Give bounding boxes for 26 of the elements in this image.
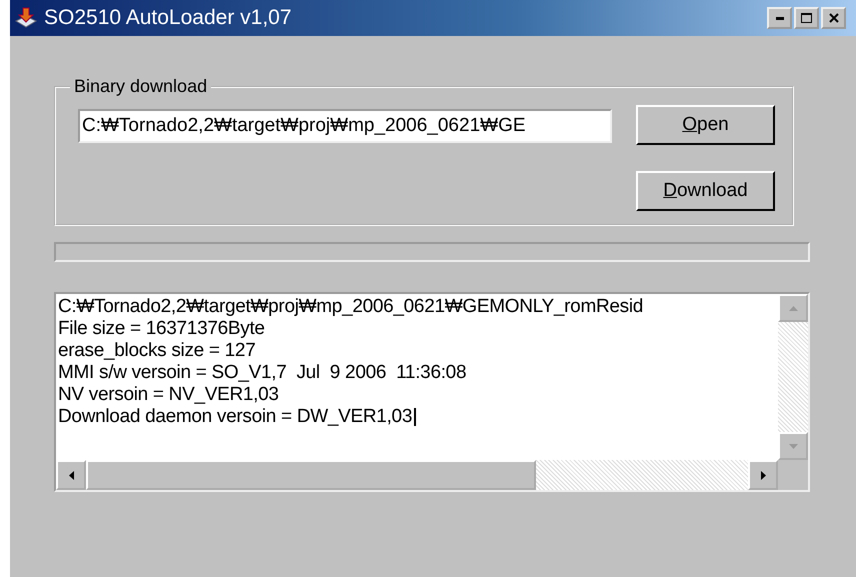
horizontal-scrollbar[interactable] — [56, 460, 778, 490]
log-line: Download daemon versoin = DW_VER1,03 — [58, 406, 776, 428]
close-button[interactable] — [821, 7, 846, 29]
dialog-button[interactable]: Open — [636, 105, 775, 145]
scrollbar-corner — [778, 460, 808, 490]
minimize-button[interactable] — [767, 7, 792, 29]
left-arrow-icon — [68, 470, 74, 480]
right-arrow-icon — [760, 470, 766, 480]
dialog-button[interactable]: Download — [636, 171, 775, 211]
log-line: NV versoin = NV_VER1,03 — [58, 384, 280, 406]
log-line: File size = 16371376Byte — [58, 318, 266, 340]
up-arrow-icon — [788, 306, 798, 310]
log-line: MMI s/w versoin = SO_V1,7 Jul 9 2006 11:36:08 — [58, 362, 468, 384]
vertical-scrollbar[interactable] — [778, 294, 808, 460]
download-tray-icon — [14, 6, 38, 30]
log-line: erase_blocks size = 127 — [58, 340, 256, 362]
window-title: SO2510 AutoLoader v1,07 — [44, 6, 293, 30]
path-field[interactable]: C:₩Tornado2,2₩target₩proj₩mp_2006_0621₩GE — [78, 109, 612, 143]
close-icon — [828, 13, 838, 23]
down-arrow-icon — [788, 444, 798, 448]
group-label: Binary download — [73, 76, 208, 97]
minimize-icon — [776, 16, 784, 20]
maximize-icon — [801, 13, 812, 23]
maximize-button[interactable] — [794, 7, 819, 29]
text-cursor — [414, 408, 416, 426]
log-line: C:₩Tornado2,2₩target₩proj₩mp_2006_0621₩GEMONLY_romResid — [58, 296, 644, 318]
